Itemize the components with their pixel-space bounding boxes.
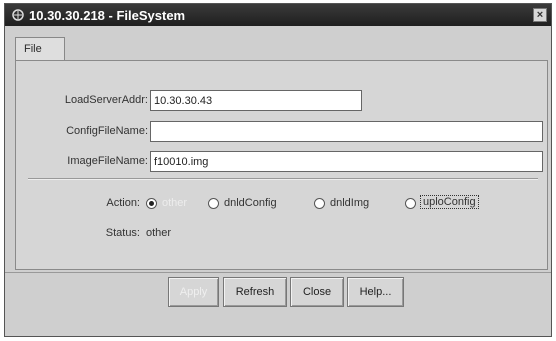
window-title: 10.30.30.218 - FileSystem xyxy=(29,7,186,23)
action-radio-dnldconfig[interactable] xyxy=(208,198,219,209)
refresh-button[interactable]: Refresh xyxy=(223,277,287,307)
action-option-dnldimg-label[interactable]: dnldImg xyxy=(330,197,369,209)
help-button[interactable]: Help... xyxy=(347,277,404,307)
form-separator xyxy=(28,178,538,180)
action-option-uploconfig-label[interactable]: uploConfig xyxy=(420,195,479,209)
image-file-name-input[interactable] xyxy=(150,151,543,172)
load-server-addr-input[interactable] xyxy=(150,90,362,111)
action-option-dnldconfig-label[interactable]: dnldConfig xyxy=(224,197,277,209)
action-option-other-label: other xyxy=(162,197,188,209)
apply-button[interactable]: Apply xyxy=(168,277,219,307)
image-file-name-label: ImageFileName: xyxy=(67,155,148,167)
button-bar-separator xyxy=(5,272,551,273)
tab-file[interactable]: File xyxy=(15,37,65,61)
title-bar[interactable]: 10.30.30.218 - FileSystem × xyxy=(5,4,551,26)
close-button[interactable]: Close xyxy=(290,277,344,307)
status-label: Status: xyxy=(105,227,140,239)
action-label: Action: xyxy=(106,197,140,209)
filesystem-window: 10.30.30.218 - FileSystem × File LoadSer… xyxy=(4,3,552,337)
load-server-addr-label: LoadServerAddr: xyxy=(64,94,148,106)
action-radio-uploconfig[interactable] xyxy=(405,198,416,209)
file-tab-panel: LoadServerAddr: ConfigFileName: ImageFil… xyxy=(15,60,548,270)
action-radio-other[interactable] xyxy=(146,198,157,209)
action-radio-dnldimg[interactable] xyxy=(314,198,325,209)
app-icon xyxy=(11,8,25,22)
status-value: other xyxy=(146,227,172,239)
config-file-name-input[interactable] xyxy=(150,121,543,142)
config-file-name-label: ConfigFileName: xyxy=(66,125,148,137)
close-window-icon[interactable]: × xyxy=(533,8,547,22)
